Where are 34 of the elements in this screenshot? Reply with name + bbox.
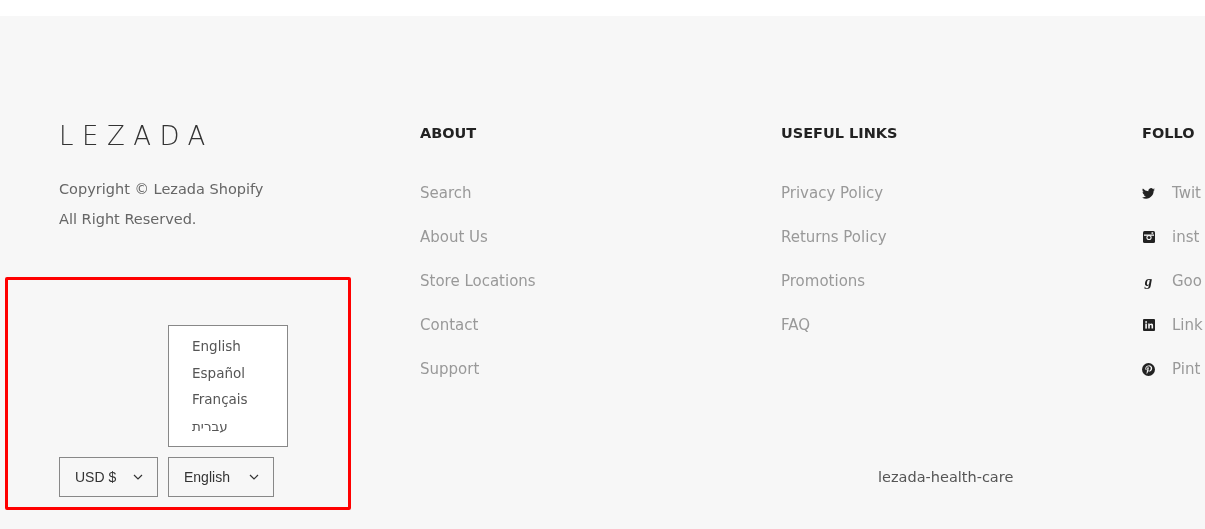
language-option[interactable]: Español	[169, 360, 287, 387]
footer-link[interactable]: About Us	[420, 228, 488, 246]
column-heading: USEFUL LINKS	[781, 124, 899, 143]
chevron-down-icon	[133, 474, 143, 480]
google-icon: g	[1144, 275, 1153, 287]
linkedin-icon	[1142, 319, 1155, 331]
footer-link[interactable]: Twit	[1172, 184, 1201, 202]
footer-link[interactable]: Support	[420, 360, 480, 378]
footer-link[interactable]: Goo	[1172, 272, 1202, 290]
footer-link[interactable]: Privacy Policy	[781, 184, 884, 202]
language-option[interactable]: English	[169, 334, 287, 361]
brand-logo: LEZADA	[59, 123, 215, 149]
camera-icon	[1142, 231, 1155, 243]
language-option[interactable]: Français	[169, 387, 287, 414]
footer-link[interactable]: Store Locations	[420, 272, 536, 290]
pinterest-icon	[1142, 362, 1155, 376]
footer-link[interactable]: FAQ	[781, 316, 811, 334]
footer-link[interactable]: Pint	[1172, 360, 1201, 378]
footer-link[interactable]: Contact	[420, 316, 479, 334]
language-option[interactable]: עברית	[169, 413, 287, 440]
footer-link[interactable]: Promotions	[781, 272, 866, 290]
footer-link[interactable]: Returns Policy	[781, 228, 887, 246]
language-select[interactable]: English	[168, 457, 274, 497]
column-heading: FOLLO	[1142, 124, 1196, 143]
copyright-text: All Right Reserved.	[59, 210, 198, 229]
chevron-down-icon	[249, 474, 259, 480]
currency-select[interactable]: USD $	[59, 457, 158, 497]
footer-link[interactable]: inst	[1172, 228, 1200, 246]
store-name: lezada-health-care	[878, 469, 1014, 485]
copyright-text: Copyright © Lezada Shopify	[59, 180, 265, 199]
footer-link[interactable]: Link	[1172, 316, 1203, 334]
twitter-bird-icon	[1142, 187, 1155, 199]
footer-link[interactable]: Search	[420, 184, 472, 202]
column-heading: ABOUT	[420, 124, 478, 143]
